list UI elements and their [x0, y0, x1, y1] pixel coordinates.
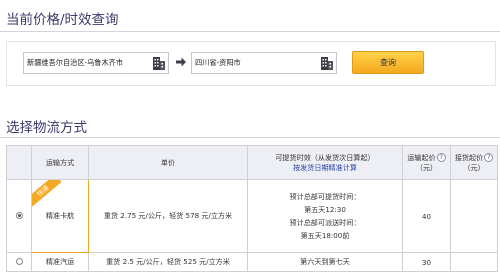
arrow-right-icon	[176, 57, 186, 67]
building-icon[interactable]	[321, 56, 333, 70]
radio-button-selected[interactable]	[15, 211, 23, 219]
time-cell: 第六天到第七天	[247, 252, 403, 272]
col-method: 运输方式	[31, 145, 89, 180]
col-pickup-price: 接货起价? （元）	[450, 145, 498, 180]
min-price-cell: 40	[402, 179, 451, 253]
destination-city-input[interactable]: 四川省-资阳市	[191, 52, 337, 74]
origin-city-value: 新疆维吾尔自治区-乌鲁木齐市	[27, 58, 124, 67]
table-header-row: 运输方式 单价 可提货时效（从发货次日算起） 按发货日期精准计算 运输起价? （…	[6, 145, 498, 180]
price-cell: 重货 2.5 元/公斤，轻货 525 元/立方米	[88, 252, 248, 272]
pickup-price-cell	[450, 179, 498, 253]
row-radio-cell[interactable]	[6, 179, 32, 253]
method-cell: 快递 精准卡航	[31, 179, 89, 253]
time-line: 预计总部可派送时间：	[289, 218, 361, 227]
origin-city-input[interactable]: 新疆维吾尔自治区-乌鲁木齐市	[23, 52, 169, 74]
page: 当前价格/时效查询 新疆维吾尔自治区-乌鲁木齐市 四川省-资阳市 查询 选择物流…	[0, 0, 500, 279]
table-row[interactable]: 快递 精准卡航 重货 2.75 元/公斤，轻货 578 元/立方米 预计总部可提…	[6, 179, 498, 253]
time-cell: 预计总部可提货时间： 第五天12:30 预计总部可派送时间： 第五天18:00前	[247, 179, 403, 253]
pickup-price-unit: （元）	[463, 162, 485, 172]
min-price-header: 运输起价	[407, 152, 436, 162]
price-cell: 重货 2.75 元/公斤，轻货 578 元/立方米	[88, 179, 248, 253]
col-price: 单价	[88, 145, 248, 180]
min-price-unit: （元）	[415, 162, 438, 172]
col-min-price: 运输起价? （元）	[402, 145, 451, 180]
divider	[0, 137, 500, 138]
col-select	[6, 145, 32, 180]
col-time: 可提货时效（从发货次日算起） 按发货日期精准计算	[247, 145, 403, 180]
precise-calc-link[interactable]: 按发货日期精准计算	[248, 163, 402, 173]
price-query-title: 当前价格/时效查询	[6, 12, 119, 28]
divider	[0, 31, 500, 32]
time-line: 第五天18:00前	[300, 231, 350, 240]
method-name: 精准汽运	[31, 252, 89, 272]
radio-button[interactable]	[15, 257, 23, 265]
building-icon[interactable]	[153, 56, 165, 70]
pickup-price-header: 接货起价	[454, 152, 484, 162]
query-button[interactable]: 查询	[352, 51, 424, 74]
time-line: 第五天12:30	[304, 205, 346, 214]
method-name: 精准卡航	[45, 211, 75, 220]
row-radio-cell[interactable]	[6, 252, 32, 272]
shipping-table: 运输方式 单价 可提货时效（从发货次日算起） 按发货日期精准计算 运输起价? （…	[6, 145, 498, 272]
shipping-method-title: 选择物流方式	[6, 120, 87, 136]
express-badge: 快递	[32, 180, 62, 208]
help-icon[interactable]: ?	[436, 153, 446, 162]
time-header-label: 可提货时效（从发货次日算起）	[275, 152, 375, 162]
query-panel: 新疆维吾尔自治区-乌鲁木齐市 四川省-资阳市 查询	[6, 41, 496, 86]
pickup-price-cell	[450, 252, 498, 272]
table-row[interactable]: 精准汽运 重货 2.5 元/公斤，轻货 525 元/立方米 第六天到第七天 30	[6, 252, 498, 272]
time-line: 预计总部可提货时间：	[289, 192, 361, 201]
min-price-cell: 30	[402, 252, 451, 272]
destination-city-value: 四川省-资阳市	[195, 58, 241, 67]
help-icon[interactable]: ?	[484, 153, 494, 162]
